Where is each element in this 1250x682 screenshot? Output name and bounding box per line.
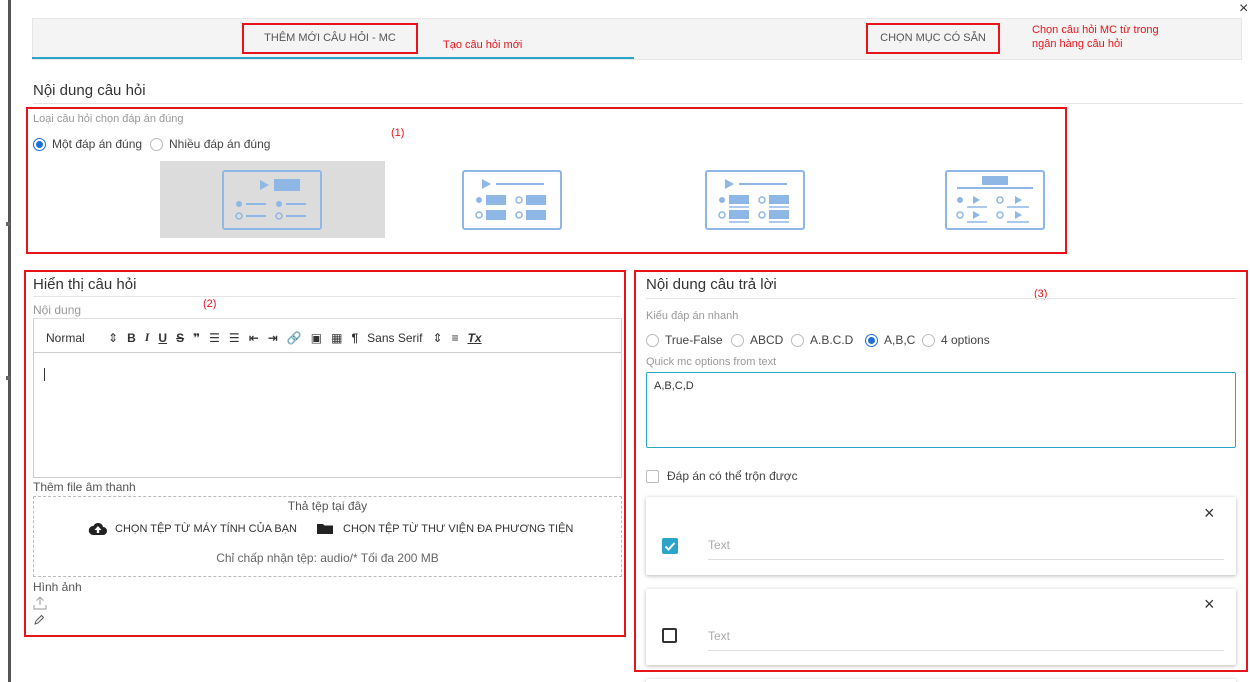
radio-label: 4 options (941, 333, 990, 347)
align-icon[interactable]: ≡ (452, 331, 459, 345)
active-tab-indicator (32, 57, 634, 59)
marker-2: (2) (203, 298, 217, 310)
radio-label: Nhiều đáp án đúng (169, 137, 271, 151)
radio-label: True-False (665, 333, 723, 347)
edge-tick (6, 376, 10, 380)
quick-text-label: Quick mc options from text (646, 356, 777, 368)
layout-1-icon (222, 170, 322, 230)
tab-choose-existing-note-2: ngân hàng câu hỏi (1032, 38, 1123, 50)
clear-format-icon[interactable]: Tx (468, 331, 482, 345)
audio-label: Thêm file âm thanh (33, 480, 136, 494)
radio-off-icon (791, 333, 804, 347)
image-label: Hình ảnh (33, 580, 82, 594)
radio-off-icon (150, 137, 163, 151)
ordered-list-icon[interactable]: ☰ (209, 331, 220, 345)
image-icon[interactable]: ▣ (311, 331, 322, 345)
edge-tick (6, 222, 10, 226)
marker-1: (1) (391, 127, 405, 139)
divider (33, 103, 1243, 104)
quick-type-4-options[interactable]: 4 options (922, 333, 990, 347)
accept-note: Chỉ chấp nhận tệp: audio/* Tối đa 200 MB (216, 551, 439, 565)
section-title-content: Nội dung câu hỏi (33, 82, 146, 99)
radio-single-answer[interactable]: Một đáp án đúng (33, 137, 142, 151)
toolbar-divider (33, 352, 622, 353)
bold-button[interactable]: B (127, 331, 136, 345)
shuffle-label: Đáp án có thể trộn được (667, 469, 798, 483)
answer-card (646, 497, 1236, 575)
radio-label: A.B.C.D (810, 333, 854, 347)
answer-card (646, 589, 1236, 665)
tab-choose-existing[interactable]: CHỌN MỤC CÓ SẴN (866, 23, 1000, 54)
quick-type-a-b-c[interactable]: A,B,C (865, 333, 915, 347)
format-select[interactable]: Normal ⇕ (46, 331, 118, 345)
radio-off-icon (731, 333, 744, 347)
remove-answer-close-icon[interactable]: × (1204, 503, 1215, 524)
layout-option-2[interactable] (462, 170, 562, 235)
outdent-icon[interactable]: ⇤ (249, 331, 259, 345)
indent-icon[interactable]: ⇥ (268, 331, 278, 345)
choose-from-library-button[interactable]: CHỌN TỆP TỪ THƯ VIỆN ĐA PHƯƠNG TIỆN (316, 522, 573, 535)
editor-caret[interactable] (44, 368, 45, 381)
layout-2-icon (462, 170, 562, 230)
choose-from-computer-label: CHỌN TỆP TỪ MÁY TÍNH CỦA BẠN (115, 523, 297, 535)
quick-type-a-b-c-d[interactable]: A.B.C.D (791, 333, 853, 347)
layout-option-1[interactable] (222, 170, 322, 235)
answer-text-input[interactable]: Text (708, 629, 1224, 651)
answer-correct-checkbox[interactable] (662, 628, 677, 643)
divider (33, 296, 621, 297)
cloud-upload-icon (88, 522, 107, 535)
radio-label: ABCD (750, 333, 784, 347)
choose-from-computer-button[interactable]: CHỌN TỆP TỪ MÁY TÍNH CỦA BẠN (88, 522, 297, 536)
strike-button[interactable]: S (176, 331, 184, 345)
upload-icon (33, 596, 47, 610)
underline-button[interactable]: U (158, 331, 167, 345)
answer-correct-checkbox[interactable] (662, 538, 678, 554)
radio-off-icon (922, 333, 935, 347)
layout-3-icon (705, 170, 805, 230)
radio-on-icon (33, 137, 46, 151)
layout-option-3[interactable] (705, 170, 805, 235)
quick-type-true-false[interactable]: True-False (646, 333, 723, 347)
quick-type-label: Kiểu đáp án nhanh (646, 310, 739, 322)
editor-toolbar: Normal ⇕ B I U S ❞ ☰ ☰ ⇤ ⇥ 🔗 ▣ ▦ ¶ Sans … (46, 330, 482, 345)
folder-icon (317, 524, 333, 534)
radio-label: Một đáp án đúng (52, 137, 143, 151)
radio-off-icon (646, 333, 659, 347)
quote-icon[interactable]: ❞ (193, 331, 200, 345)
divider (646, 298, 1236, 299)
tab-new-question[interactable]: THÊM MỚI CÂU HỎI - MC (242, 23, 418, 54)
section-title-answers: Nội dung câu trả lời (646, 276, 777, 293)
tab-choose-existing-note-1: Chọn câu hỏi MC từ trong (1032, 24, 1159, 36)
pencil-icon (34, 614, 45, 625)
answer-text-input[interactable]: Text (708, 538, 1224, 560)
formula-icon[interactable]: ¶ (351, 331, 358, 345)
checkbox-icon (646, 469, 659, 483)
drop-hint: Thả tệp tại đây (287, 499, 368, 513)
radio-on-icon (865, 333, 878, 347)
window-edge (8, 0, 11, 682)
edit-image-button[interactable] (33, 613, 45, 631)
close-icon[interactable]: × (1239, 0, 1248, 18)
quick-options-textarea[interactable]: A,B,C,D (646, 372, 1236, 448)
layout-option-4[interactable] (945, 170, 1045, 235)
radio-label: A,B,C (884, 333, 916, 347)
check-icon (664, 542, 676, 551)
section-title-display: Hiển thị câu hỏi (33, 276, 137, 293)
font-select[interactable]: Sans Serif ⇕ (367, 331, 442, 345)
shuffle-checkbox[interactable]: Đáp án có thể trộn được (646, 469, 798, 483)
content-label: Nội dung (33, 303, 82, 317)
tab-new-question-note: Tạo câu hỏi mới (443, 39, 523, 51)
layout-4-icon (945, 170, 1045, 230)
remove-answer-close-icon[interactable]: × (1204, 594, 1215, 615)
quick-type-abcd[interactable]: ABCD (731, 333, 783, 347)
choose-from-library-label: CHỌN TỆP TỪ THƯ VIỆN ĐA PHƯƠNG TIỆN (343, 522, 574, 535)
marker-3: (3) (1034, 288, 1048, 300)
radio-multi-answer[interactable]: Nhiều đáp án đúng (150, 137, 270, 151)
bullet-list-icon[interactable]: ☰ (229, 331, 240, 345)
italic-button[interactable]: I (145, 330, 150, 345)
video-icon[interactable]: ▦ (331, 331, 342, 345)
question-type-label: Loại câu hỏi chọn đáp án đúng (33, 113, 184, 125)
link-icon[interactable]: 🔗 (287, 331, 302, 345)
